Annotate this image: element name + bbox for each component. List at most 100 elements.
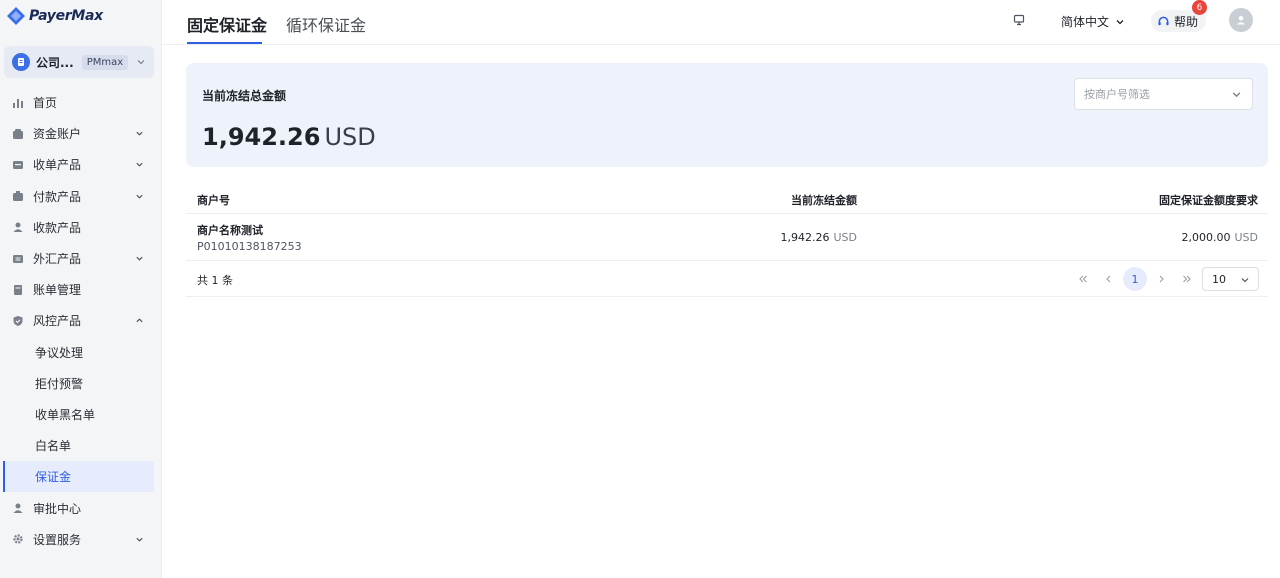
last-page-button[interactable] — [1174, 267, 1200, 291]
required-amount-cell: 2,000.00 USD — [1182, 231, 1259, 244]
merchant-filter-input[interactable] — [1084, 87, 1224, 101]
bar-chart-icon — [12, 97, 24, 109]
payment-icon — [12, 190, 24, 202]
sidebar-item-risk[interactable]: 风控产品 — [0, 305, 162, 336]
payermax-logo-icon — [7, 7, 25, 25]
sidebar-item-payout[interactable]: 付款产品 — [0, 181, 162, 212]
summary-title: 当前冻结总金额 — [202, 89, 287, 103]
sidebar-item-label: 设置服务 — [33, 532, 82, 547]
sidebar-item-approval[interactable]: 审批中心 — [0, 492, 162, 523]
gear-icon — [12, 533, 24, 545]
sidebar-item-label: 资金账户 — [33, 127, 82, 142]
double-chevron-left-icon — [1079, 275, 1087, 283]
chevron-down-icon — [136, 537, 143, 542]
chevron-left-icon — [1106, 275, 1111, 283]
prev-page-button[interactable] — [1096, 267, 1122, 291]
sidebar-subitem-whitelist[interactable]: 白名单 — [0, 430, 162, 461]
chevron-down-icon — [1116, 19, 1124, 24]
chevron-down-icon — [136, 163, 143, 168]
page-size-value: 10 — [1212, 272, 1226, 286]
sidebar-item-label: 外汇产品 — [33, 252, 82, 267]
bill-icon — [12, 284, 24, 296]
brand-logo[interactable]: PayerMax — [6, 5, 103, 27]
user-icon — [1237, 16, 1245, 25]
notification-badge: 6 — [1192, 0, 1207, 15]
first-page-button[interactable] — [1070, 267, 1096, 291]
sidebar-item-label: 收款产品 — [33, 220, 82, 235]
double-chevron-right-icon — [1183, 275, 1191, 283]
sidebar-item-label: 收单产品 — [33, 158, 82, 173]
active-tab-indicator — [187, 42, 262, 44]
sidebar-item-label: 首页 — [33, 96, 58, 111]
required-amount-currency: USD — [1234, 231, 1258, 244]
total-count: 共 1 条 — [197, 274, 233, 287]
company-icon — [12, 53, 30, 71]
sidebar-subitem-blacklist[interactable]: 收单黑名单 — [0, 399, 162, 430]
table-header: 商户号 当前冻结金额 固定保证金额度要求 — [186, 182, 1268, 214]
chevron-down-icon — [136, 194, 143, 199]
chevron-up-icon — [136, 318, 143, 323]
merchant-id: P01010138187253 — [197, 240, 302, 253]
exchange-icon — [12, 253, 24, 265]
company-name: 公司... — [36, 55, 74, 70]
shield-icon — [12, 315, 24, 327]
sidebar-item-home[interactable]: 首页 — [0, 87, 162, 118]
sidebar-item-billing[interactable]: 账单管理 — [0, 274, 162, 305]
top-header: 固定保证金 循环保证金 简体中文 帮助 6 — [163, 0, 1280, 45]
next-page-button[interactable] — [1148, 267, 1174, 291]
chevron-down-icon — [1241, 278, 1249, 283]
merchant-name: 商户名称测试 — [197, 224, 263, 237]
sidebar-item-label: 审批中心 — [33, 501, 82, 516]
column-header-merchant: 商户号 — [197, 194, 230, 207]
chevron-down-icon — [136, 131, 143, 136]
sidebar: PayerMax 公司... PMmax 首页 资金账户 收单产品 付款产品 收… — [0, 0, 162, 578]
monitor-icon[interactable] — [1013, 14, 1025, 26]
brand-name: PayerMax — [29, 8, 103, 24]
user-avatar[interactable] — [1229, 8, 1253, 32]
sidebar-item-label: 账单管理 — [33, 283, 82, 298]
column-header-frozen-amount: 当前冻结金额 — [791, 194, 857, 207]
frozen-summary-card: 当前冻结总金额 1,942.26 USD — [186, 63, 1268, 167]
sidebar-item-label: 付款产品 — [33, 189, 82, 204]
wallet-icon — [12, 128, 24, 140]
frozen-amount-value: 1,942.26 — [780, 231, 830, 244]
tab-fixed-deposit[interactable]: 固定保证金 — [187, 12, 267, 36]
user-icon — [12, 502, 24, 514]
headset-icon — [1158, 16, 1169, 25]
pagination: 1 — [1070, 267, 1200, 291]
sidebar-item-fund-account[interactable]: 资金账户 — [0, 118, 162, 149]
merchant-filter-select[interactable] — [1074, 78, 1253, 110]
card-icon — [12, 159, 24, 171]
column-header-required-amount: 固定保证金额度要求 — [1159, 194, 1258, 207]
chevron-down-icon — [136, 256, 143, 261]
frozen-amount-currency: USD — [833, 231, 857, 244]
sidebar-item-acquiring[interactable]: 收单产品 — [0, 149, 162, 180]
summary-amount: 1,942.26 USD — [202, 123, 376, 151]
sidebar-subitem-dispute[interactable]: 争议处理 — [0, 337, 162, 368]
company-tag: PMmax — [81, 54, 129, 70]
page-size-select[interactable]: 10 — [1202, 267, 1259, 291]
help-label: 帮助 — [1174, 14, 1199, 29]
summary-amount-value: 1,942.26 — [202, 123, 321, 151]
sidebar-subitem-chargeback-alert[interactable]: 拒付预警 — [0, 368, 162, 399]
sidebar-item-settings[interactable]: 设置服务 — [0, 524, 162, 555]
required-amount-value: 2,000.00 — [1181, 231, 1231, 244]
sidebar-item-fx[interactable]: 外汇产品 — [0, 243, 162, 274]
sidebar-item-collection[interactable]: 收款产品 — [0, 212, 162, 243]
company-switcher[interactable]: 公司... PMmax — [4, 46, 154, 78]
chevron-right-icon — [1159, 275, 1164, 283]
chevron-down-icon — [137, 60, 145, 65]
summary-amount-currency: USD — [324, 123, 376, 151]
frozen-amount-cell: 1,942.26 USD — [781, 231, 858, 244]
sidebar-item-label: 风控产品 — [33, 314, 82, 329]
table-footer: 共 1 条 1 10 — [186, 261, 1268, 297]
table-row: 商户名称测试 P01010138187253 1,942.26 USD 2,00… — [186, 214, 1268, 261]
deposit-table: 商户号 当前冻结金额 固定保证金额度要求 商户名称测试 P01010138187… — [186, 182, 1268, 297]
language-label: 简体中文 — [1061, 15, 1110, 29]
sidebar-subitem-deposit[interactable]: 保证金 — [3, 461, 154, 493]
user-icon — [12, 221, 24, 233]
tab-rolling-deposit[interactable]: 循环保证金 — [286, 12, 366, 36]
page-button-current[interactable]: 1 — [1123, 267, 1147, 291]
language-selector[interactable]: 简体中文 — [1061, 13, 1125, 30]
sidebar-nav: 首页 资金账户 收单产品 付款产品 收款产品 外汇产品 账单管理 风控产品 争议… — [0, 87, 162, 555]
